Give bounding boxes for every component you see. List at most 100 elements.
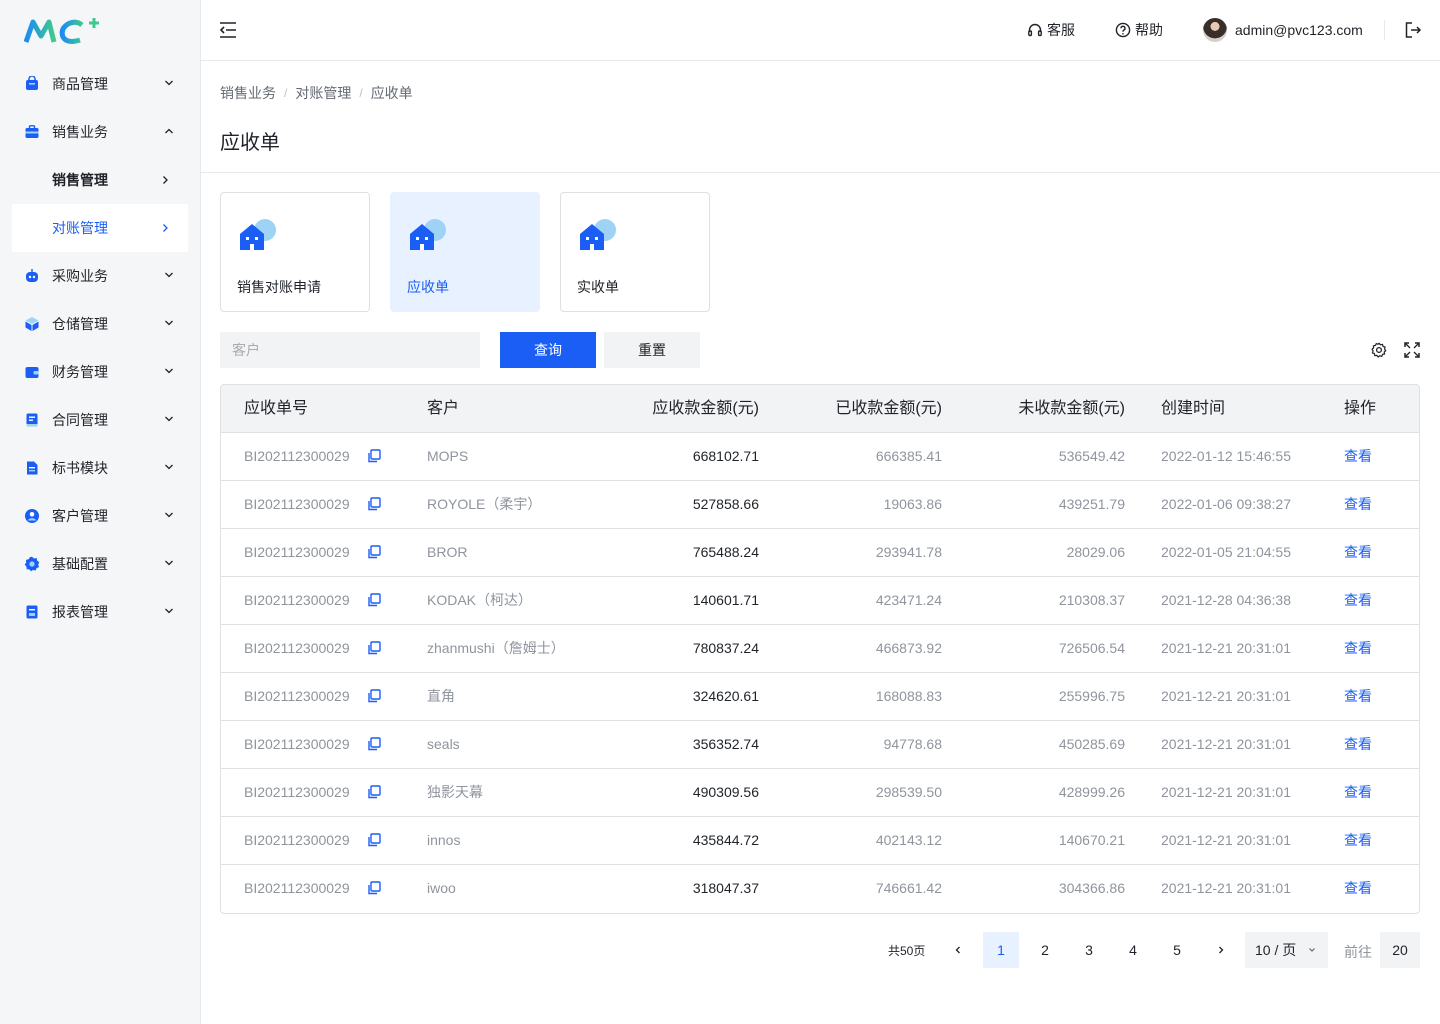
received-amount-cell: 293941.78 (875, 544, 942, 560)
copy-icon[interactable] (367, 449, 381, 463)
column-header: 未收款金额(元) (1018, 400, 1125, 417)
copy-icon[interactable] (367, 593, 381, 607)
card-label: 实收单 (577, 279, 619, 295)
receivable-number: BI202112300029 (244, 880, 350, 896)
copy-icon[interactable] (367, 641, 381, 655)
view-link[interactable]: 查看 (1344, 721, 1372, 768)
chevron-down-icon (165, 464, 173, 470)
customer-cell: iwoo (427, 880, 456, 896)
page-size-value: 10 / 页 (1255, 942, 1297, 958)
sidebar-item[interactable]: 合同管理 (0, 396, 200, 444)
receivable-amount-cell: 527858.66 (692, 496, 759, 512)
view-link[interactable]: 查看 (1344, 577, 1372, 624)
menu-fold-icon[interactable] (219, 21, 237, 39)
sidebar-item[interactable]: 仓储管理 (0, 300, 200, 348)
sidebar-subitem[interactable]: 销售管理 (0, 156, 200, 204)
app-logo (24, 18, 99, 44)
robot-icon (26, 269, 38, 282)
breadcrumb-item[interactable]: 对账管理 (295, 83, 351, 103)
copy-icon[interactable] (367, 689, 381, 703)
sidebar-subitem-label: 对账管理 (52, 220, 108, 236)
customer-search-input[interactable] (220, 332, 480, 368)
next-page-button[interactable] (1203, 932, 1239, 968)
sidebar-item-label: 销售业务 (52, 124, 108, 140)
card-received[interactable]: 实收单 (560, 192, 710, 312)
sidebar-item[interactable]: 财务管理 (0, 348, 200, 396)
sidebar-item[interactable]: 标书模块 (0, 444, 200, 492)
sidebar-item-label: 基础配置 (52, 556, 108, 572)
breadcrumb-current: 应收单 (370, 85, 413, 101)
user-menu[interactable]: admin@pvc123.com (1203, 18, 1363, 42)
view-link[interactable]: 查看 (1344, 625, 1372, 672)
received-amount-cell: 19063.86 (883, 496, 942, 512)
copy-icon[interactable] (367, 833, 381, 847)
gear-icon (24, 556, 40, 572)
created-time-cell: 2021-12-21 20:31:01 (1161, 640, 1291, 656)
copy-icon[interactable] (367, 497, 381, 511)
goto-page-input[interactable] (1380, 932, 1420, 968)
page-button[interactable]: 2 (1027, 932, 1063, 968)
view-link[interactable]: 查看 (1344, 817, 1372, 864)
receivable-amount-cell: 780837.24 (692, 640, 759, 656)
customer-cell: MOPS (427, 448, 469, 464)
unreceived-amount-cell: 726506.54 (1058, 640, 1125, 656)
receivable-number: BI202112300029 (244, 784, 350, 800)
view-link[interactable]: 查看 (1344, 529, 1372, 576)
card-receivable[interactable]: 应收单 (390, 192, 540, 312)
view-link[interactable]: 查看 (1344, 865, 1372, 912)
query-button[interactable]: 查询 (500, 332, 596, 368)
help-label: 帮助 (1135, 22, 1163, 38)
copy-icon[interactable] (367, 737, 381, 751)
page-button[interactable]: 4 (1115, 932, 1151, 968)
sidebar-item-label: 客户管理 (52, 508, 108, 524)
unreceived-amount-cell: 255996.75 (1058, 688, 1125, 704)
help-link[interactable]: 帮助 (1115, 20, 1163, 40)
sidebar: 商品管理销售业务销售管理对账管理采购业务 仓储管理财务管理合同管理 标书模块客户管理… (0, 0, 201, 1024)
fullscreen-icon[interactable] (1404, 342, 1420, 358)
prev-page-button[interactable] (940, 932, 976, 968)
page-button[interactable]: 5 (1159, 932, 1195, 968)
page-button[interactable]: 3 (1071, 932, 1107, 968)
user-email: admin@pvc123.com (1235, 22, 1363, 38)
sidebar-item[interactable]: 基础配置 (0, 540, 200, 588)
sidebar-item[interactable]: 客户管理 (0, 492, 200, 540)
column-header: 应收款金额(元) (652, 400, 759, 417)
view-link[interactable]: 查看 (1344, 433, 1372, 480)
document-icon (27, 461, 38, 475)
receivable-number: BI202112300029 (244, 592, 350, 608)
sidebar-subitem[interactable]: 对账管理 (12, 204, 188, 252)
table-row: BI202112300029 iwoo 318047.37 746661.42 3043… (221, 865, 1419, 913)
view-link[interactable]: 查看 (1344, 769, 1372, 816)
received-amount-cell: 423471.24 (875, 592, 942, 608)
customer-service-link[interactable]: 客服 (1027, 20, 1075, 40)
sidebar-item-label: 财务管理 (52, 364, 108, 380)
customer-cell: ROYOLE（柔宇） (427, 496, 542, 512)
view-link[interactable]: 查看 (1344, 673, 1372, 720)
customer-cell: 直角 (427, 688, 455, 704)
receivable-amount-cell: 140601.71 (692, 592, 759, 608)
page-button[interactable]: 1 (983, 932, 1019, 968)
view-link[interactable]: 查看 (1344, 481, 1372, 528)
help-icon (1115, 22, 1131, 38)
card-label: 应收单 (407, 279, 449, 295)
card-sales-reconciliation[interactable]: 销售对账申请 (220, 192, 370, 312)
created-time-cell: 2021-12-28 04:36:38 (1161, 592, 1291, 608)
customer-service-label: 客服 (1047, 22, 1075, 38)
copy-icon[interactable] (367, 785, 381, 799)
receivable-number: BI202112300029 (244, 448, 350, 464)
reset-button[interactable]: 重置 (604, 332, 700, 368)
breadcrumb-item[interactable]: 销售业务 (220, 83, 276, 103)
sidebar-item[interactable]: 商品管理 (0, 60, 200, 108)
unreceived-amount-cell: 140670.21 (1058, 832, 1125, 848)
page-size-select[interactable]: 10 / 页 (1245, 932, 1328, 968)
table-header-row: 应收单号 客户 应收款金额(元) 已收款金额(元) 未收款金额(元) 创建时间 … (221, 385, 1419, 433)
sidebar-item[interactable]: 报表管理 (0, 588, 200, 636)
copy-icon[interactable] (367, 881, 381, 895)
sidebar-item[interactable]: 销售业务 (0, 108, 200, 156)
settings-icon[interactable] (1371, 342, 1387, 358)
sidebar-item[interactable]: 采购业务 (0, 252, 200, 300)
created-time-cell: 2021-12-21 20:31:01 (1161, 736, 1291, 752)
logout-icon[interactable] (1404, 21, 1422, 39)
copy-icon[interactable] (367, 545, 381, 559)
unreceived-amount-cell: 28029.06 (1066, 544, 1125, 560)
